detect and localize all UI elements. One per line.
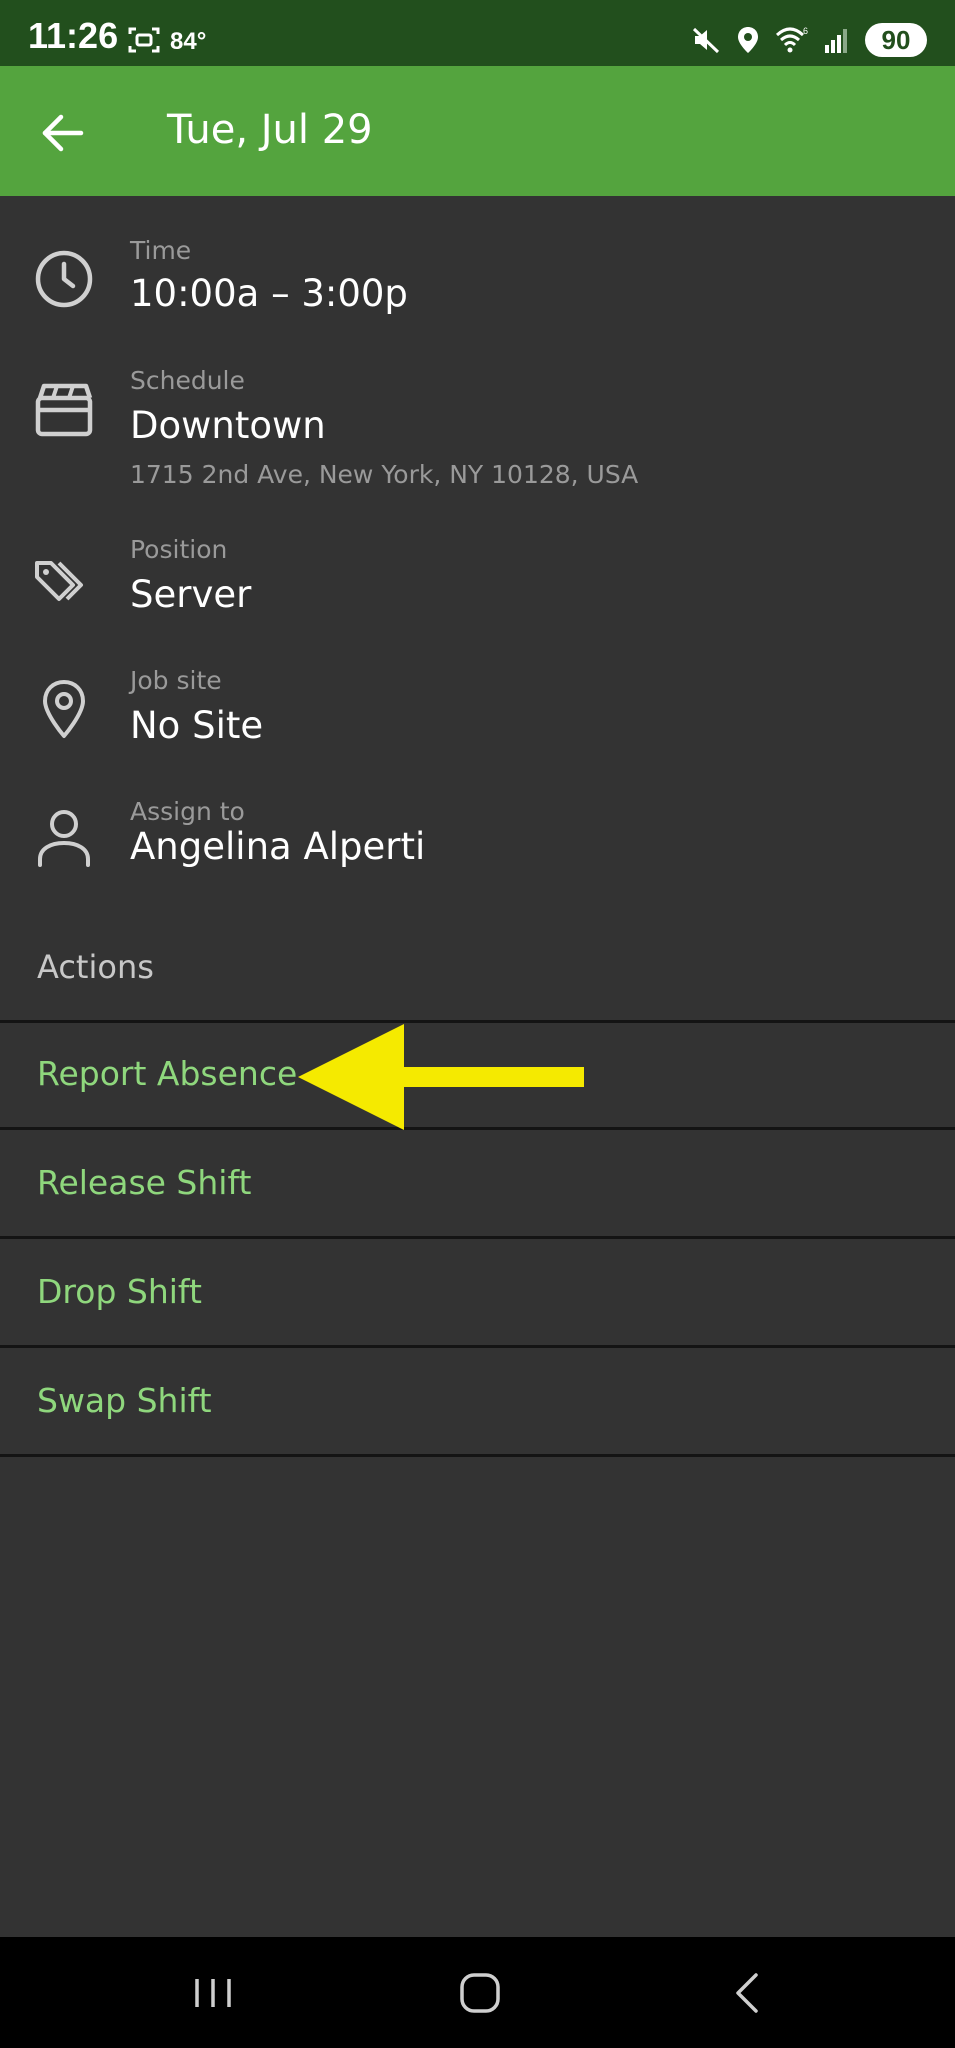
back-nav-icon[interactable] — [718, 1965, 778, 2021]
clapperboard-icon — [35, 383, 93, 437]
schedule-address: 1715 2nd Ave, New York, NY 10128, USA — [130, 460, 639, 489]
detail-value: 10:00a – 3:00p — [130, 272, 408, 315]
detail-label: Time — [130, 236, 192, 265]
divider — [0, 1020, 955, 1023]
back-button[interactable] — [30, 100, 96, 166]
detail-row-job-site: Job site No Site — [0, 666, 955, 766]
screenshot-icon — [128, 27, 160, 53]
status-time: 11:26 — [28, 15, 119, 56]
map-pin-icon — [43, 680, 85, 738]
location-icon — [738, 27, 758, 53]
mute-icon — [692, 27, 720, 54]
detail-value: No Site — [130, 704, 264, 747]
detail-row-time: Time 10:00a – 3:00p — [0, 236, 955, 336]
detail-row-assign-to: Assign to Angelina Alperti — [0, 797, 955, 897]
status-bar: 11:26 84° 6 90 — [0, 0, 955, 66]
app-bar: Tue, Jul 29 — [0, 66, 955, 196]
status-temperature: 84° — [170, 28, 207, 55]
detail-value: Downtown — [130, 404, 326, 447]
svg-text:6: 6 — [803, 26, 808, 36]
action-label: Report Absence — [37, 1054, 298, 1093]
home-icon[interactable] — [450, 1965, 510, 2021]
action-label: Release Shift — [37, 1163, 252, 1202]
person-icon — [38, 810, 90, 867]
detail-label: Assign to — [130, 797, 245, 826]
wifi-icon: 6 — [775, 26, 808, 53]
detail-value: Angelina Alperti — [130, 825, 426, 868]
detail-label: Schedule — [130, 366, 245, 395]
detail-value: Server — [130, 573, 252, 616]
actions-header: Actions — [37, 948, 154, 986]
battery-level: 90 — [881, 24, 911, 55]
detail-row-position: Position Server — [0, 535, 955, 635]
detail-label: Job site — [130, 666, 222, 695]
battery-indicator: 90 — [865, 23, 927, 57]
action-label: Swap Shift — [37, 1381, 212, 1420]
clock-icon — [35, 250, 93, 308]
recent-apps-icon[interactable] — [183, 1965, 243, 2021]
arrow-left-icon — [42, 114, 84, 152]
drop-shift-button[interactable]: Drop Shift — [0, 1242, 955, 1348]
detail-label: Position — [130, 535, 228, 564]
detail-row-schedule: Schedule Downtown 1715 2nd Ave, New York… — [0, 366, 955, 496]
page-title: Tue, Jul 29 — [167, 107, 373, 153]
yellow-arrow-icon — [298, 1024, 584, 1130]
swap-shift-button[interactable]: Swap Shift — [0, 1351, 955, 1457]
action-label: Drop Shift — [37, 1272, 202, 1311]
navigation-bar — [0, 1937, 955, 2048]
shift-detail-screen: 11:26 84° 6 90 Tue, Jul 29 Time 10:00a –… — [0, 0, 955, 2048]
tag-icon — [35, 561, 83, 601]
status-right-icons: 6 90 — [691, 22, 927, 58]
release-shift-button[interactable]: Release Shift — [0, 1133, 955, 1239]
signal-icon — [825, 29, 847, 53]
